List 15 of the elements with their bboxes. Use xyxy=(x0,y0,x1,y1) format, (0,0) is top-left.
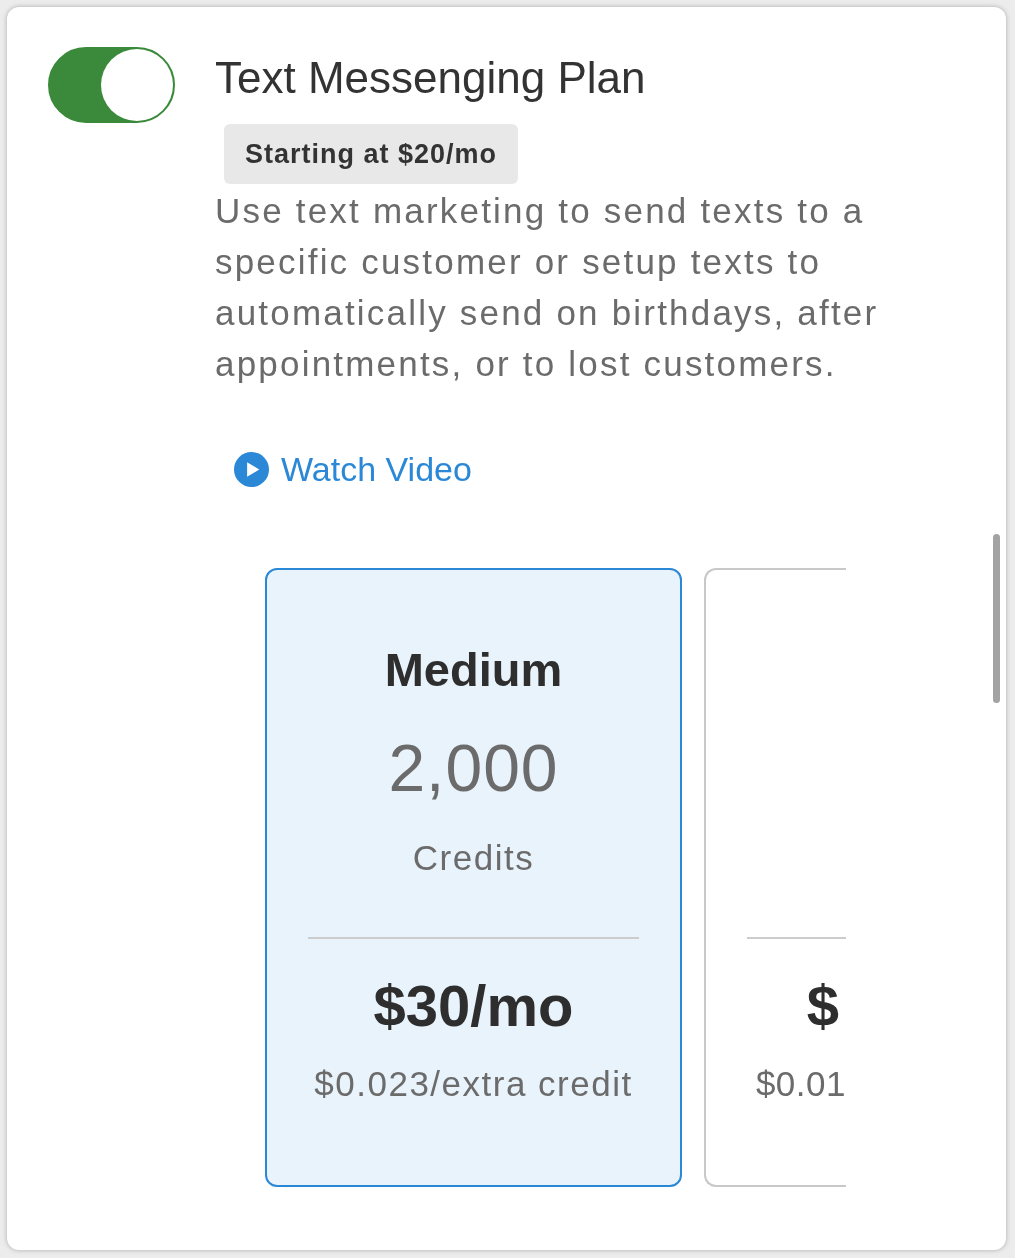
price-tag: Starting at $20/mo xyxy=(224,124,519,184)
plan-card[interactable]: $ $0.01 xyxy=(704,568,846,1187)
extra-credit-rate: $0.023/extra credit xyxy=(313,1063,634,1105)
plan-title: Text Messenging Plan xyxy=(215,53,646,103)
extra-credit-rate: $0.01 xyxy=(754,1063,846,1105)
tier-name: Medium xyxy=(383,642,564,698)
plan-card[interactable]: Medium 2,000 Credits $30/mo $0.023/extra credit xyxy=(265,568,682,1187)
play-icon xyxy=(234,451,269,487)
tier-price: $30/mo xyxy=(372,973,575,1039)
credit-count: 2,000 xyxy=(387,730,560,806)
tier-price: $ xyxy=(805,973,840,1039)
watch-video-link[interactable]: Watch Video xyxy=(234,449,472,489)
scrollbar-thumb[interactable] xyxy=(993,534,1000,703)
plan-description: Use text marketing to send texts to a specific customer or setup texts to automatically send on birthdays, after appointments, or to lost customers. xyxy=(215,190,880,385)
credit-label: Credits xyxy=(411,837,536,879)
